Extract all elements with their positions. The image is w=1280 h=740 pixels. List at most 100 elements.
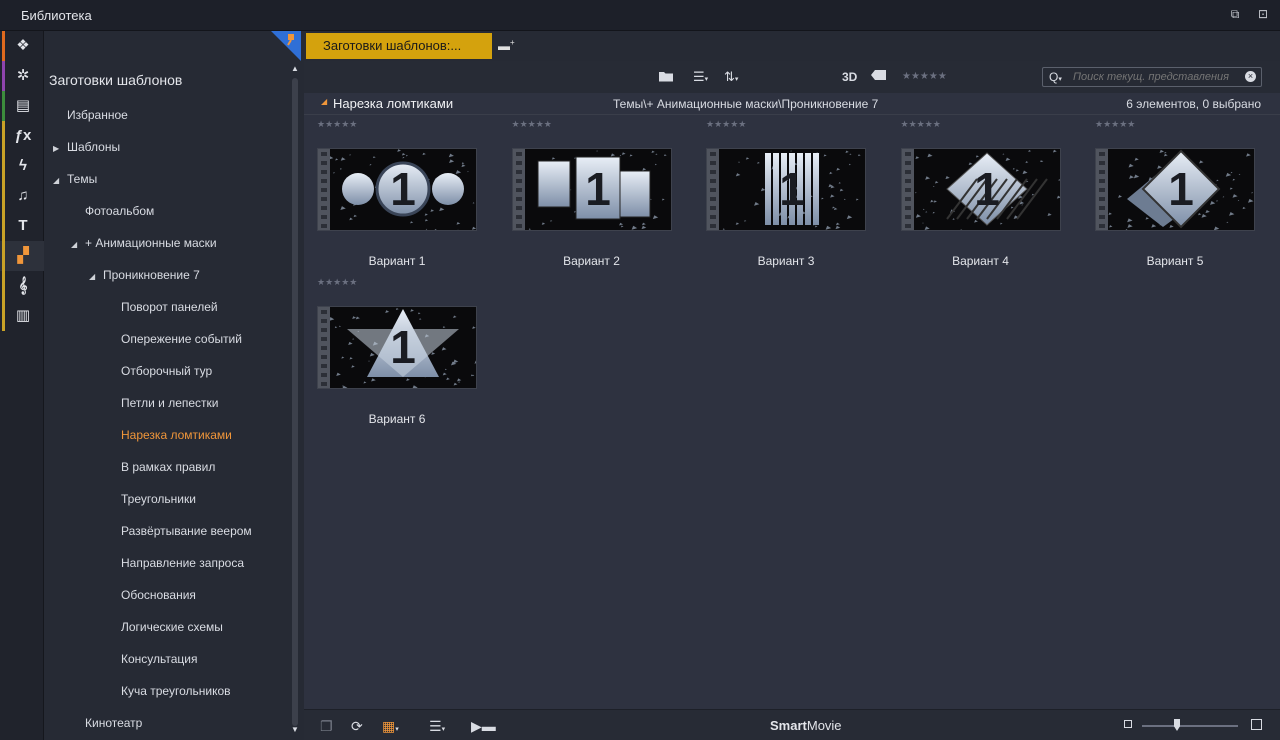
- tree-item[interactable]: Обоснования: [121, 585, 196, 605]
- detach-icon[interactable]: ⊡: [1256, 7, 1270, 21]
- tag-icon[interactable]: [871, 69, 887, 85]
- asset-rating[interactable]: ★★★★★: [317, 119, 357, 130]
- collapse-arrow-icon[interactable]: ◢: [53, 171, 63, 191]
- collapse-arrow-icon[interactable]: ◢: [71, 235, 81, 255]
- rating-filter[interactable]: ★★★★★: [902, 69, 947, 85]
- tab-color-stripe: [2, 61, 5, 91]
- asset-card[interactable]: ★★★★★ 1 Вариант 1: [304, 115, 484, 268]
- media-import-icon[interactable]: ▶▬: [471, 718, 496, 734]
- asset-thumbnail[interactable]: 1: [317, 306, 477, 389]
- tree-item[interactable]: Фотоальбом: [85, 201, 154, 221]
- asset-label: Вариант 5: [1146, 254, 1204, 268]
- tree-item[interactable]: ◢ Темы: [53, 169, 97, 189]
- asset-thumbnail[interactable]: 1: [317, 148, 477, 231]
- collapse-icon[interactable]: ◢: [321, 97, 327, 106]
- grid-view-icon[interactable]: ▦▾: [382, 718, 399, 738]
- tree-item[interactable]: Логические схемы: [121, 617, 223, 637]
- scroll-thumb[interactable]: [292, 78, 298, 726]
- sidebar-tab-montage[interactable]: ▞: [0, 241, 44, 271]
- asset-thumbnail[interactable]: 1: [1095, 148, 1255, 231]
- asset-rating[interactable]: ★★★★★: [512, 119, 552, 130]
- asset-card[interactable]: ★★★★★ 1 Вариант 3: [693, 115, 873, 268]
- tree-item[interactable]: Нарезка ломтиками: [121, 425, 232, 445]
- sidebar-tab-photo-stack[interactable]: ▤: [0, 91, 44, 121]
- asset-label: Вариант 2: [563, 254, 620, 268]
- scroll-up-icon[interactable]: ▲: [290, 64, 300, 74]
- search-input[interactable]: [1073, 70, 1241, 84]
- asset-rating[interactable]: ★★★★★: [901, 119, 941, 130]
- small-thumb-icon[interactable]: [1124, 720, 1132, 728]
- tree-item[interactable]: ◢ Проникновение 7: [89, 265, 200, 285]
- pin-corner-icon[interactable]: [271, 31, 301, 61]
- scroll-down-icon[interactable]: ▼: [290, 725, 300, 735]
- sidebar-tab-piano[interactable]: ▥: [0, 301, 44, 331]
- 3d-filter-button[interactable]: 3D: [842, 69, 857, 85]
- list-view-icon[interactable]: ☰▾: [693, 69, 708, 85]
- clear-search-icon[interactable]: ×: [1245, 71, 1256, 82]
- asset-rating[interactable]: ★★★★★: [317, 277, 357, 288]
- tree-scrollbar[interactable]: ▲ ▼: [290, 64, 300, 738]
- large-thumb-icon[interactable]: [1251, 719, 1262, 730]
- tab-color-stripe: [2, 91, 5, 121]
- add-tab-icon[interactable]: ▬+: [498, 38, 515, 53]
- asset-grid: ★★★★★ 1 Вариант 1 ★★★★★ 1 Вариант 2 ★★★★★ 1 Вари…: [304, 115, 1280, 709]
- tree-item-label: В рамках правил: [121, 460, 216, 474]
- tree-item[interactable]: Куча треугольников: [121, 681, 231, 701]
- tree-item[interactable]: Избранное: [67, 105, 128, 125]
- asset-card[interactable]: ★★★★★ 1 Вариант 4: [888, 115, 1068, 268]
- folder-icon[interactable]: [658, 69, 674, 85]
- browser-toolbar: ☰▾ ⇅▾ 3D ★★★★★ Q▾ ×: [304, 61, 1280, 93]
- sidebar-tab-treble-clef[interactable]: 𝄞: [0, 271, 44, 301]
- tree-item[interactable]: ◢ + Анимационные маски: [71, 233, 217, 253]
- asset-rating[interactable]: ★★★★★: [706, 119, 746, 130]
- details-view-icon[interactable]: ☰▾: [429, 718, 445, 738]
- music-note-icon: ♫: [17, 187, 29, 204]
- expand-arrow-icon[interactable]: ▶: [53, 139, 63, 159]
- tree-item-label: Куча треугольников: [121, 684, 231, 698]
- tree-item[interactable]: В рамках правил: [121, 457, 215, 477]
- search-icon[interactable]: Q▾: [1049, 70, 1062, 84]
- thumbnail-size-slider[interactable]: [1142, 719, 1238, 731]
- copy-icon[interactable]: ❐: [320, 718, 333, 734]
- asset-thumbnail[interactable]: 1: [900, 148, 1061, 231]
- tab-template-presets[interactable]: Заготовки шаблонов:...: [306, 33, 492, 59]
- tree-item[interactable]: Поворот панелей: [121, 297, 218, 317]
- tree-item[interactable]: Треугольники: [121, 489, 196, 509]
- tree-item[interactable]: Развёртывание веером: [121, 521, 252, 541]
- sidebar-tab-lightning[interactable]: ϟ: [0, 151, 44, 181]
- tree-item[interactable]: Кинотеатр: [85, 713, 142, 733]
- smartmovie-button[interactable]: SmartMovie: [770, 718, 842, 733]
- tree-item-label: Треугольники: [121, 492, 196, 506]
- slider-knob[interactable]: [1174, 719, 1180, 731]
- tree-item[interactable]: Консультация: [121, 649, 197, 669]
- sidebar-tab-film-reel[interactable]: ✲: [0, 61, 44, 91]
- restore-icon[interactable]: ⧉: [1228, 7, 1242, 21]
- asset-rating[interactable]: ★★★★★: [1095, 119, 1135, 130]
- asset-card[interactable]: ★★★★★ 1 Вариант 6: [304, 273, 484, 426]
- asset-thumbnail[interactable]: 1: [511, 148, 672, 231]
- tree-item-label: Поворот панелей: [121, 300, 218, 314]
- collapse-arrow-icon[interactable]: ◢: [89, 267, 99, 287]
- asset-thumbnail[interactable]: 1: [706, 148, 866, 231]
- collection-title: Нарезка ломтиками: [333, 96, 454, 111]
- sidebar-tab-fx[interactable]: ƒx: [0, 121, 44, 151]
- asset-card[interactable]: ★★★★★ 1 Вариант 2: [499, 115, 679, 268]
- tree-item[interactable]: Направление запроса: [121, 553, 244, 573]
- search-field[interactable]: Q▾ ×: [1042, 67, 1262, 87]
- tree-item[interactable]: ▶ Шаблоны: [53, 137, 120, 157]
- sidebar-tab-title[interactable]: T: [0, 211, 44, 241]
- breadcrumb: Темы\+ Анимационные маски\Проникновение …: [613, 97, 879, 111]
- tree-header: Заготовки шаблонов: [49, 72, 183, 88]
- tree-item[interactable]: Петли и лепестки: [121, 393, 219, 413]
- sidebar-tab-music-note[interactable]: ♫: [0, 181, 44, 211]
- sync-icon[interactable]: ⟳: [351, 718, 363, 734]
- tree-item-label: Избранное: [67, 108, 128, 122]
- asset-card[interactable]: ★★★★★ 1 Вариант 5: [1082, 115, 1262, 268]
- tree-item-label: Направление запроса: [121, 556, 244, 570]
- project-bin-icon: ❖: [16, 37, 30, 54]
- svg-text:1: 1: [585, 163, 611, 215]
- tree-item[interactable]: Опережение событий: [121, 329, 242, 349]
- sort-icon[interactable]: ⇅▾: [724, 69, 738, 85]
- sidebar-tab-project-bin[interactable]: ❖: [0, 31, 44, 61]
- tree-item[interactable]: Отборочный тур: [121, 361, 212, 381]
